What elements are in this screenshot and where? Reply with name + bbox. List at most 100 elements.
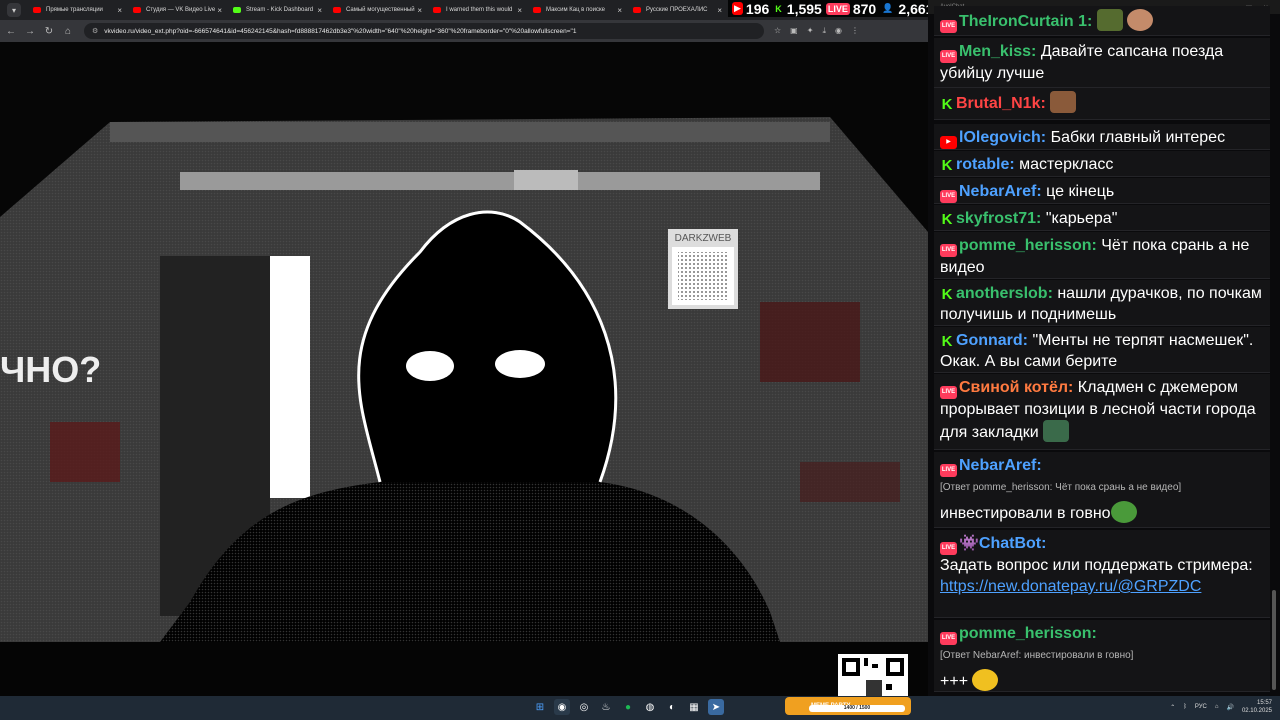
chat-scrollbar[interactable]	[1272, 590, 1276, 690]
download-icon[interactable]: ⤓	[822, 26, 826, 36]
browser-tab[interactable]: Stream - Kick Dashboard ×	[227, 0, 327, 20]
emote-icon	[1127, 9, 1154, 31]
app-icon[interactable]: ▦	[686, 699, 702, 715]
chat-username[interactable]: TheIronCurtain 1:	[959, 13, 1092, 30]
address-bar: ← → ↻ ⌂ ⚙ vkvideo.ru/video_ext.php?oid=-6…	[0, 20, 928, 42]
kick-icon: K	[941, 96, 953, 113]
discord-icon[interactable]: ◎	[576, 699, 592, 715]
browser-tab[interactable]: Студия — VK Видео Live ×	[127, 0, 227, 20]
chat-text: "карьера"	[1045, 210, 1118, 227]
chat-text: Бабки главный интерес	[1050, 129, 1226, 146]
volume-icon[interactable]: 🔊	[1226, 704, 1233, 711]
close-tab-icon[interactable]: ×	[717, 6, 722, 15]
forward-icon[interactable]: →	[22, 26, 38, 37]
chat-message: LIVE NebarAref: [Ответ pomme_herisson: Чёт…	[934, 452, 1270, 528]
windows-start-icon[interactable]: ⊞	[532, 699, 548, 715]
kick-viewers: K 1,595	[775, 0, 822, 17]
telegram-icon[interactable]: ➤	[708, 699, 724, 715]
youtube-icon	[33, 7, 41, 13]
youtube-icon	[433, 7, 441, 13]
site-info-icon[interactable]: ⚙	[92, 27, 98, 35]
right-eye	[495, 350, 545, 378]
youtube-icon	[633, 7, 641, 13]
chat-reply-quote: [Ответ pomme_herisson: Чёт пока срань а …	[940, 482, 1182, 493]
language-indicator[interactable]: РУС	[1195, 704, 1207, 710]
chat-username[interactable]: Gonnard:	[956, 332, 1028, 349]
browser-tab[interactable]: I warned them this would ×	[427, 0, 527, 20]
darkzweb-sign: DARKZWEB	[675, 233, 732, 244]
close-tab-icon[interactable]: ×	[317, 6, 322, 15]
chat-username[interactable]: lOlegovich:	[959, 129, 1046, 146]
steam-icon[interactable]: ♨	[598, 699, 614, 715]
chat-message: LIVE Свиной котёл: Кладмен с джемером про…	[934, 374, 1270, 450]
browser-tab[interactable]: Русские ПРОЕХАЛИС ×	[627, 0, 727, 20]
tab-search-button[interactable]: ▾	[7, 3, 21, 17]
close-tab-icon[interactable]: ×	[117, 6, 122, 15]
network-icon[interactable]: ⌂	[1215, 704, 1219, 710]
spotify-icon[interactable]: ●	[620, 699, 636, 715]
clock[interactable]: 15:57 02.10.2025	[1242, 699, 1272, 715]
reload-icon[interactable]: ↻	[41, 26, 57, 37]
home-icon[interactable]: ⌂	[60, 26, 76, 37]
chat-username[interactable]: rotable:	[956, 156, 1015, 173]
chat-username[interactable]: ChatBot:	[979, 535, 1047, 552]
chat-username[interactable]: pomme_herisson:	[959, 625, 1097, 642]
video-player[interactable]: DARKZWEB ЧНО?	[0, 42, 928, 696]
chevron-up-icon[interactable]: ⌃	[1170, 704, 1175, 711]
people-icon: 👤	[882, 3, 894, 13]
chat-username[interactable]: pomme_herisson:	[959, 237, 1097, 254]
left-eye	[406, 351, 454, 381]
chrome-icon[interactable]: ◉	[554, 699, 570, 715]
menu-icon[interactable]: ⋮	[851, 26, 859, 36]
chat-message: LIVE pomme_herisson: [Ответ NebarAref: инв…	[934, 620, 1270, 692]
extensions-puzzle-icon[interactable]: ✦	[807, 26, 814, 36]
chat-username[interactable]: Brutal_N1k:	[956, 95, 1046, 112]
chat-message: LIVE TheIronCurtain 1:	[934, 6, 1270, 36]
chat-message: ▶ lOlegovich: Бабки главный интерес	[934, 124, 1270, 150]
emote-icon	[1096, 9, 1123, 31]
chat-username[interactable]: Men_kiss:	[959, 43, 1036, 60]
chat-username[interactable]: anotherslob:	[956, 285, 1053, 302]
taskbar: ⊞ ◉ ◎ ♨ ● ◍ ◐ ▦ ➤ ⌃ ᛒ РУС ⌂ 🔊 15:57 02.10…	[0, 696, 1280, 720]
sunglasses-emoji-icon	[972, 669, 999, 691]
donate-link[interactable]: https://new.donatepay.ru/@GRPZDC	[940, 578, 1201, 595]
emote-icon	[1043, 420, 1070, 442]
kick-icon: K	[941, 157, 953, 174]
chat-text: це кінець	[1046, 183, 1115, 200]
app-icon[interactable]: ◍	[642, 699, 658, 715]
chat-text: мастеркласс	[1019, 156, 1114, 173]
vk-live-icon: LIVE	[940, 632, 957, 645]
chat-username[interactable]: NebarAref:	[959, 183, 1042, 200]
obs-icon[interactable]: ◐	[664, 699, 680, 715]
chat-message: LIVE Men_kiss: Давайте сапсана поезда уби…	[934, 38, 1270, 88]
vk-live-icon: LIVE	[940, 50, 957, 63]
chat-text: Задать вопрос или поддержать стримера:	[940, 557, 1253, 574]
kick-icon	[233, 7, 241, 13]
chat-username[interactable]: Свиной котёл:	[959, 379, 1073, 396]
youtube-icon	[333, 7, 341, 13]
bookmark-star-icon[interactable]: ☆	[774, 26, 781, 36]
chat-username[interactable]: skyfrost71:	[956, 210, 1041, 227]
url-input[interactable]: ⚙ vkvideo.ru/video_ext.php?oid=-666574641…	[84, 23, 764, 39]
meme-party-widget: MEME PARTY 1400 / 1500	[785, 697, 911, 715]
chat-message: K Gonnard: "Менты не терпят насмешек". Ок…	[934, 327, 1270, 373]
browser-tab[interactable]: Самый могущественный ×	[327, 0, 427, 20]
total-viewers: 👤 2,661	[882, 0, 934, 17]
profile-icon[interactable]: ◉	[835, 26, 842, 36]
close-tab-icon[interactable]: ×	[417, 6, 422, 15]
back-icon[interactable]: ←	[3, 26, 19, 37]
chat-message: Krotable: мастеркласс	[934, 151, 1270, 177]
extension-icon[interactable]: ▣	[790, 26, 798, 36]
chat-message: LIVE 👾ChatBot: Задать вопрос или поддержат…	[934, 530, 1270, 618]
bot-icon: 👾	[959, 535, 979, 552]
bluetooth-icon[interactable]: ᛒ	[1183, 704, 1187, 710]
close-tab-icon[interactable]: ×	[217, 6, 222, 15]
close-tab-icon[interactable]: ×	[617, 6, 622, 15]
emote-icon	[1050, 91, 1077, 113]
browser-tab[interactable]: Максим Кац в поиске ×	[527, 0, 627, 20]
close-tab-icon[interactable]: ×	[517, 6, 522, 15]
qr-code-image	[838, 654, 908, 696]
kick-icon: K	[941, 333, 953, 350]
browser-tab[interactable]: Прямые трансляции ×	[27, 0, 127, 20]
chat-username[interactable]: NebarAref:	[959, 457, 1042, 474]
